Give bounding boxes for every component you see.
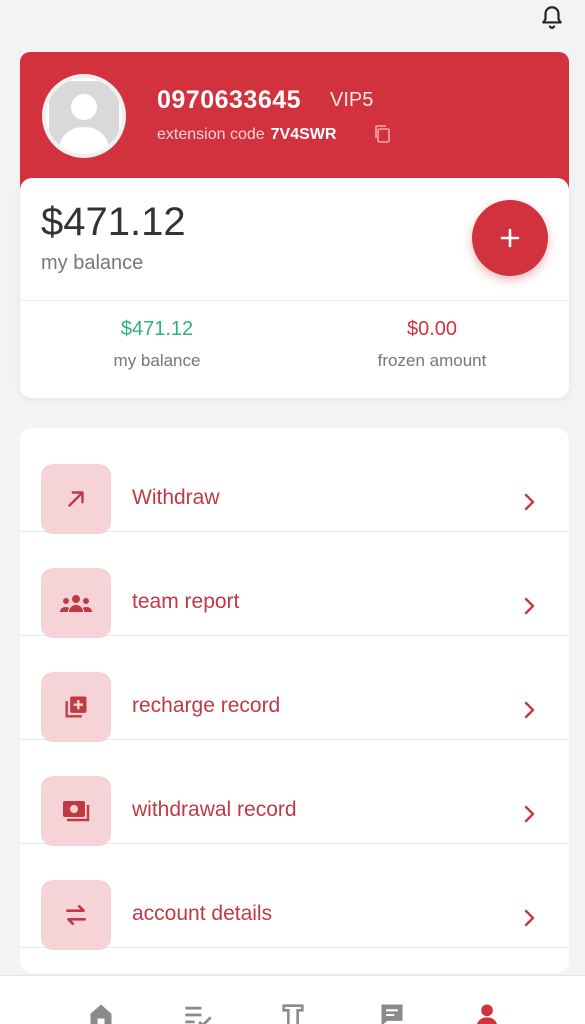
stat-balance-value: $471.12 (120, 318, 194, 340)
divider (20, 300, 569, 301)
menu-icon-box (41, 776, 111, 846)
user-avatar-icon (49, 81, 119, 151)
menu-label: Withdraw (132, 486, 220, 509)
extension-code-label: extension code (157, 126, 265, 143)
swap-icon (66, 905, 86, 925)
avatar[interactable] (42, 74, 126, 158)
menu-list: Withdraw team report recharge record wit… (20, 428, 569, 973)
balance-amount: $471.12 (41, 200, 186, 244)
chevron-right-icon (524, 805, 535, 823)
menu-icon-box (41, 880, 111, 950)
chevron-right-icon (524, 909, 535, 927)
menu-item-account-details[interactable]: account details (20, 844, 569, 950)
plus-icon (500, 228, 520, 248)
menu-item-withdraw[interactable]: Withdraw (20, 428, 569, 534)
balance-label: my balance (41, 252, 144, 274)
menu-icon-box (41, 672, 111, 742)
extension-code-value: 7V4SWR (270, 126, 337, 143)
chevron-right-icon (524, 493, 535, 511)
service-icon (281, 1004, 304, 1024)
menu-icon-box (41, 568, 111, 638)
stat-balance: $471.12 my balance (20, 318, 294, 371)
profile-icon (476, 1004, 497, 1024)
menu-item-team-report[interactable]: team report (20, 532, 569, 638)
task-list-icon (184, 1006, 212, 1024)
chevron-right-icon (524, 701, 535, 719)
team-icon (60, 595, 92, 612)
cash-icon (63, 801, 90, 822)
recharge-button[interactable] (472, 200, 548, 276)
menu-label: recharge record (132, 694, 281, 717)
menu-item-recharge-record[interactable]: recharge record (20, 636, 569, 742)
home-icon (90, 1004, 111, 1024)
menu-label: team report (132, 590, 240, 613)
stat-balance-label: my balance (113, 351, 201, 370)
balance-card: $471.12 my balance $471.12 my balance $0… (20, 178, 569, 398)
extension-code-row: extension code 7V4SWR (157, 126, 336, 144)
nav-profile[interactable] (428, 976, 545, 1024)
add-layers-icon (65, 696, 87, 718)
copy-icon[interactable] (374, 124, 392, 144)
stat-frozen-label: frozen amount (377, 351, 487, 370)
menu-icon-box (41, 464, 111, 534)
top-bar (0, 0, 585, 40)
stat-frozen-value: $0.00 (406, 318, 458, 340)
vip-level: VIP5 (330, 89, 374, 111)
bell-icon[interactable] (539, 4, 565, 30)
menu-item-withdrawal-record[interactable]: withdrawal record (20, 740, 569, 846)
stat-frozen: $0.00 frozen amount (295, 318, 569, 371)
user-phone: 0970633645 (157, 86, 302, 114)
menu-label: withdrawal record (132, 798, 297, 821)
menu-label: account details (132, 902, 273, 925)
arrow-up-right-icon (68, 491, 84, 507)
message-icon (381, 1004, 402, 1024)
bottom-nav (0, 975, 585, 1024)
chevron-right-icon (524, 597, 535, 615)
